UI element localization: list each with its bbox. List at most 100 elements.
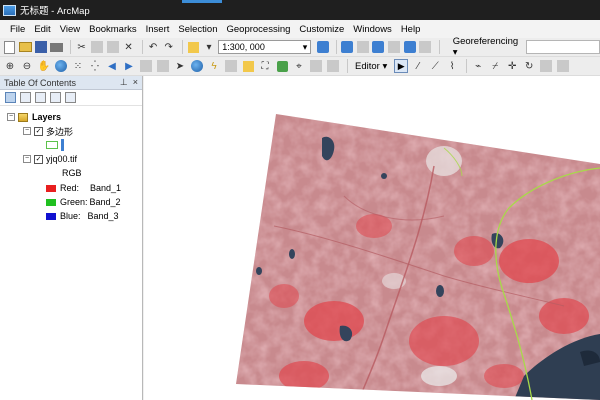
- green-band-channel: Green:: [60, 197, 88, 207]
- delete-button[interactable]: ✕: [122, 40, 135, 54]
- text-cursor-icon: [61, 139, 64, 151]
- identify-button[interactable]: [190, 59, 204, 73]
- model-builder-button[interactable]: [419, 40, 432, 54]
- cut-polygons-button[interactable]: ⌿: [488, 59, 502, 73]
- fixed-zoom-out-button[interactable]: ⁛: [88, 59, 102, 73]
- go-to-xy-button[interactable]: ⌖: [292, 59, 306, 73]
- forward-extent-button[interactable]: ▶: [122, 59, 136, 73]
- copy-button[interactable]: [91, 40, 104, 54]
- edit-tool-button[interactable]: ▶: [394, 59, 409, 73]
- georeferencing-menu[interactable]: Georeferencing ▾: [450, 36, 522, 58]
- rotate-button[interactable]: ↻: [522, 59, 536, 73]
- undo-button[interactable]: ↶: [147, 40, 160, 54]
- georeferencing-layer-field[interactable]: [525, 40, 600, 54]
- python-window-button[interactable]: [403, 40, 416, 54]
- editor-menu[interactable]: Editor ▾: [352, 61, 390, 72]
- edit-vertices-button[interactable]: ⟋: [428, 59, 442, 73]
- redo-icon: ↷: [164, 41, 173, 53]
- menu-view[interactable]: View: [60, 24, 80, 35]
- polygon-symbol-swatch[interactable]: [46, 141, 58, 149]
- green-band-row[interactable]: Green: Band_2: [46, 196, 121, 208]
- arctoolbox-button[interactable]: [388, 40, 401, 54]
- map-scale-combo[interactable]: 1:300, 000 ▾: [218, 40, 312, 54]
- georeferencing-label: Georeferencing: [452, 36, 519, 47]
- raster-layer-visibility-checkbox[interactable]: ✓: [34, 154, 43, 164]
- pin-icon[interactable]: ⊥: [120, 77, 128, 88]
- cut-button[interactable]: ✂: [75, 40, 88, 54]
- collapse-icon[interactable]: −: [23, 127, 31, 135]
- open-button[interactable]: [18, 40, 32, 54]
- editor-toolbar-toggle[interactable]: [316, 40, 329, 54]
- close-icon[interactable]: ×: [133, 77, 138, 88]
- polygon-layer-visibility-checkbox[interactable]: ✓: [34, 126, 43, 136]
- map-display[interactable]: [144, 76, 600, 400]
- new-document-button[interactable]: [3, 40, 16, 54]
- red-band-row[interactable]: Red: Band_1: [46, 182, 121, 194]
- blue-band-swatch[interactable]: [46, 212, 56, 220]
- measure-button[interactable]: [241, 59, 255, 73]
- menu-help[interactable]: Help: [401, 24, 421, 35]
- time-slider-button[interactable]: [309, 59, 323, 73]
- list-by-visibility-icon[interactable]: [35, 92, 46, 103]
- create-viewer-button[interactable]: [326, 59, 340, 73]
- blue-band-row[interactable]: Blue: Band_3: [46, 210, 119, 222]
- arrow-right-icon: ▶: [125, 60, 133, 72]
- list-by-selection-icon[interactable]: [50, 92, 61, 103]
- zoom-in-button[interactable]: ⊕: [3, 59, 17, 73]
- reshape-button[interactable]: ⌁: [471, 59, 485, 73]
- layers-dataframe-row[interactable]: − Layers: [7, 111, 61, 123]
- menu-geoprocessing[interactable]: Geoprocessing: [226, 24, 290, 35]
- list-by-source-icon[interactable]: [20, 92, 31, 103]
- collapse-icon[interactable]: −: [23, 155, 31, 163]
- trace-button[interactable]: ⌇: [445, 59, 459, 73]
- select-elements-button[interactable]: ➤: [173, 59, 187, 73]
- menu-windows[interactable]: Windows: [353, 24, 392, 35]
- zoom-out-button[interactable]: ⊖: [20, 59, 34, 73]
- straight-segment-button[interactable]: ⁄: [411, 59, 425, 73]
- find-route-button[interactable]: [275, 59, 289, 73]
- menu-edit[interactable]: Edit: [34, 24, 50, 35]
- map-canvas[interactable]: [144, 76, 600, 400]
- pan-button[interactable]: ✋: [37, 59, 51, 73]
- arrow-left-icon: ◀: [108, 60, 116, 72]
- split-tool-button[interactable]: ✛: [505, 59, 519, 73]
- delete-icon: ✕: [124, 41, 133, 53]
- redo-button[interactable]: ↷: [162, 40, 175, 54]
- toc-options-icon[interactable]: [65, 92, 76, 103]
- catalog-icon: [356, 41, 369, 53]
- print-button[interactable]: [50, 40, 64, 54]
- catalog-button[interactable]: [356, 40, 370, 54]
- search-window-icon: [372, 41, 385, 53]
- menu-file[interactable]: File: [10, 24, 25, 35]
- table-of-contents-button[interactable]: [341, 40, 354, 54]
- save-button[interactable]: [34, 40, 48, 54]
- menu-bookmarks[interactable]: Bookmarks: [89, 24, 137, 35]
- menu-customize[interactable]: Customize: [299, 24, 344, 35]
- raster-layer-row[interactable]: − ✓ yjq00.tif: [23, 153, 77, 165]
- polygon-layer-row[interactable]: − ✓ 多边形: [23, 125, 73, 137]
- attributes-button[interactable]: [539, 59, 553, 73]
- hyperlink-button[interactable]: ϟ: [207, 59, 221, 73]
- clear-selection-button[interactable]: [156, 59, 170, 73]
- reshape-icon: ⌁: [475, 60, 482, 72]
- polygon-symbol-row[interactable]: [46, 139, 64, 151]
- menu-insert[interactable]: Insert: [146, 24, 170, 35]
- red-band-swatch[interactable]: [46, 184, 56, 192]
- full-extent-button[interactable]: [54, 59, 68, 73]
- fixed-zoom-in-button[interactable]: ⁙: [71, 59, 85, 73]
- sketch-properties-button[interactable]: [556, 59, 570, 73]
- collapse-icon[interactable]: −: [7, 113, 15, 121]
- green-band-swatch[interactable]: [46, 198, 56, 206]
- select-by-rectangle-button[interactable]: [139, 59, 153, 73]
- paste-button[interactable]: [106, 40, 120, 54]
- html-popup-button[interactable]: [224, 59, 238, 73]
- menu-selection[interactable]: Selection: [178, 24, 217, 35]
- toc-header: Table Of Contents ⊥ ×: [0, 76, 142, 90]
- list-by-drawing-order-icon[interactable]: [5, 92, 16, 103]
- add-data-dropdown[interactable]: ▾: [203, 40, 216, 54]
- back-extent-button[interactable]: ◀: [105, 59, 119, 73]
- search-window-button[interactable]: [372, 40, 385, 54]
- fixed-zoom-in-icon: ⁙: [73, 60, 83, 72]
- find-button[interactable]: ⛶: [258, 59, 272, 73]
- add-data-button[interactable]: [187, 40, 200, 54]
